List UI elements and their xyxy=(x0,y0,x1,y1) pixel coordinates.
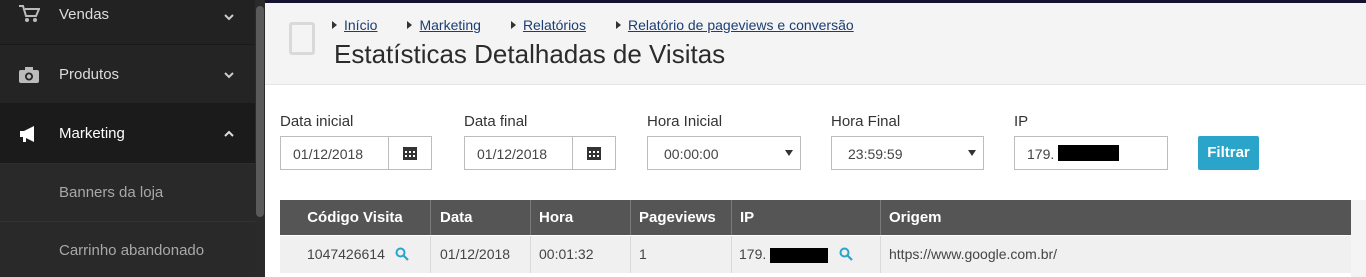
table-header: Código Visita Data Hora Pageviews IP Ori… xyxy=(280,200,1351,235)
breadcrumb-item: Relatório de pageviews e conversão xyxy=(615,17,854,33)
ip-label: IP xyxy=(1014,113,1029,130)
data-final-value: 01/12/2018 xyxy=(477,146,548,162)
sidebar-scrollbar-thumb[interactable] xyxy=(256,6,264,217)
sidebar-item-vendas[interactable]: Vendas xyxy=(0,0,255,45)
search-icon[interactable] xyxy=(395,247,409,261)
dropdown-arrow-icon xyxy=(785,150,793,156)
column-header-origem[interactable]: Origem xyxy=(881,200,1351,235)
caret-right-icon xyxy=(407,21,413,29)
caret-right-icon xyxy=(615,21,621,29)
chevron-down-icon xyxy=(224,14,234,21)
hora-inicial-label: Hora Inicial xyxy=(647,113,723,130)
data-inicial-calendar-button[interactable] xyxy=(388,136,432,170)
cell-codigo-value: 1047426614 xyxy=(307,246,385,262)
cell-data: 01/12/2018 xyxy=(431,236,531,273)
hora-final-select[interactable]: 23:59:59 xyxy=(831,136,984,170)
data-final-input[interactable]: 01/12/2018 xyxy=(464,136,573,170)
sidebar-subitem-label: Carrinho abandonado xyxy=(59,242,205,259)
sidebar-item-marketing[interactable]: Marketing xyxy=(0,104,255,164)
data-final-calendar-button[interactable] xyxy=(572,136,616,170)
sidebar-subitem-carrinho[interactable]: Carrinho abandonado xyxy=(0,222,255,277)
column-header-hora[interactable]: Hora xyxy=(531,200,631,235)
caret-right-icon xyxy=(510,21,516,29)
search-icon[interactable] xyxy=(839,247,853,261)
table-row: 1047426614 01/12/2018 00:01:32 1 179. ht… xyxy=(280,236,1351,273)
calendar-icon xyxy=(587,147,601,160)
camera-icon xyxy=(19,67,39,83)
data-inicial-input[interactable]: 01/12/2018 xyxy=(280,136,389,170)
column-header-codigo[interactable]: Código Visita xyxy=(280,200,431,235)
page-header: Início Marketing Relatórios Relatório de pa… xyxy=(265,3,1366,85)
filtrar-button[interactable]: Filtrar xyxy=(1198,136,1259,170)
breadcrumb-item: Marketing xyxy=(407,17,481,33)
page-icon xyxy=(289,22,315,55)
data-inicial-value: 01/12/2018 xyxy=(293,146,364,162)
hora-inicial-value: 00:00:00 xyxy=(664,146,719,162)
sidebar-scrollbar[interactable] xyxy=(255,0,265,277)
redaction-box xyxy=(1058,145,1119,161)
cell-codigo: 1047426614 xyxy=(280,236,431,273)
hora-final-label: Hora Final xyxy=(831,113,901,130)
sidebar-item-label: Produtos xyxy=(59,66,120,83)
cart-icon xyxy=(19,5,40,22)
sidebar-item-produtos[interactable]: Produtos xyxy=(0,45,255,104)
cell-pageviews: 1 xyxy=(631,236,732,273)
breadcrumb-item: Relatórios xyxy=(510,17,586,33)
breadcrumb-item: Início xyxy=(332,17,377,33)
chevron-down-icon xyxy=(224,72,234,79)
caret-right-icon xyxy=(332,21,337,29)
cell-ip-value: 179. xyxy=(739,246,767,262)
chevron-up-icon xyxy=(224,130,234,137)
hora-inicial-select[interactable]: 00:00:00 xyxy=(647,136,801,170)
ip-value: 179. xyxy=(1027,146,1055,162)
data-final-label: Data final xyxy=(464,113,528,130)
column-header-data[interactable]: Data xyxy=(431,200,531,235)
sidebar-item-label: Marketing xyxy=(59,125,125,142)
breadcrumb: Início Marketing Relatórios Relatório de pa… xyxy=(332,17,884,33)
sidebar: Vendas Produtos Marketing Banners da loj… xyxy=(0,0,265,277)
cell-ip: 179. xyxy=(732,236,881,273)
sidebar-subitem-label: Banners da loja xyxy=(59,184,164,201)
calendar-icon xyxy=(403,147,417,160)
megaphone-icon xyxy=(20,126,34,142)
breadcrumb-link-relatorios[interactable]: Relatórios xyxy=(523,17,586,33)
page-scrollbar[interactable] xyxy=(1351,200,1366,277)
sidebar-item-label: Vendas xyxy=(59,6,110,23)
cell-origem: https://www.google.com.br/ xyxy=(889,246,1058,262)
breadcrumb-link-marketing[interactable]: Marketing xyxy=(419,17,480,33)
cell-hora: 00:01:32 xyxy=(531,236,631,273)
column-header-pageviews[interactable]: Pageviews xyxy=(631,200,732,235)
redaction-box xyxy=(770,248,828,263)
breadcrumb-link-relatorio[interactable]: Relatório de pageviews e conversão xyxy=(628,17,854,33)
column-header-ip[interactable]: IP xyxy=(732,200,881,235)
page-title: Estatísticas Detalhadas de Visitas xyxy=(334,39,726,69)
data-inicial-label: Data inicial xyxy=(280,113,354,130)
breadcrumb-link-inicio[interactable]: Início xyxy=(344,17,377,33)
hora-final-value: 23:59:59 xyxy=(848,146,903,162)
dropdown-arrow-icon xyxy=(968,150,976,156)
sidebar-subitem-banners[interactable]: Banners da loja xyxy=(0,164,255,222)
